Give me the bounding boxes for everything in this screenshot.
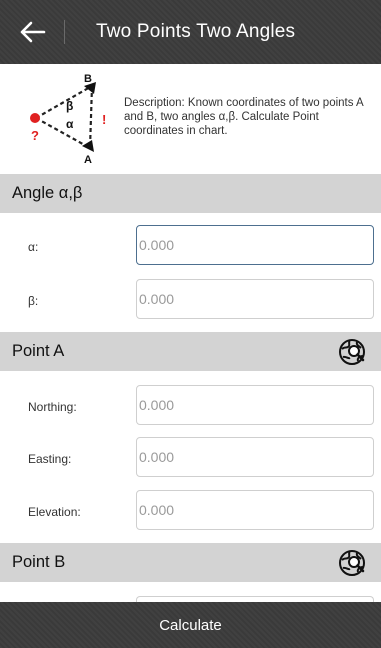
alpha-field-label: α: (28, 240, 39, 254)
globe-search-icon[interactable] (337, 337, 367, 367)
alpha-label: α (66, 117, 74, 131)
calculate-button[interactable]: Calculate (0, 602, 381, 648)
description-panel: ? B A β α ! Description: Known coordinat… (0, 64, 381, 174)
northing-field-label: Northing: (28, 400, 77, 414)
elevation-row: Elevation: (0, 485, 381, 537)
easting-field-label: Easting: (28, 452, 72, 466)
beta-label: β (66, 99, 73, 113)
point-a-northing-input[interactable] (136, 385, 374, 425)
header-divider (64, 20, 65, 44)
elevation-field-label: Elevation: (28, 505, 81, 519)
description-text: Description: Known coordinates of two po… (124, 97, 364, 137)
beta-row: β: (0, 274, 381, 326)
beta-input[interactable] (136, 279, 374, 319)
easting-row: Easting: (0, 432, 381, 484)
point-b-section-header: Point B (0, 543, 381, 582)
point-a-easting-input[interactable] (136, 437, 374, 477)
back-button[interactable] (14, 14, 50, 50)
point-b-section-title: Point B (12, 553, 66, 571)
alpha-row: α: (0, 220, 381, 272)
page-title: Two Points Two Angles (96, 21, 296, 42)
app-header: Two Points Two Angles (0, 0, 381, 64)
point-a-label: A (84, 154, 92, 164)
point-a-section-header: Point A (0, 332, 381, 371)
arrow-left-icon (20, 21, 46, 43)
point-b-label: B (84, 73, 92, 85)
angle-section-header: Angle α,β (0, 174, 381, 213)
angle-section-title: Angle α,β (12, 184, 83, 202)
beta-field-label: β: (28, 294, 39, 308)
point-a-section-title: Point A (12, 342, 65, 360)
two-points-two-angles-diagram: ? B A β α ! (30, 73, 106, 164)
unknown-point-label: ? (31, 128, 39, 143)
point-a-elevation-input[interactable] (136, 490, 374, 530)
direction-mark: ! (102, 112, 106, 127)
alpha-input[interactable] (136, 225, 374, 265)
northing-row: Northing: (0, 380, 381, 432)
globe-search-icon[interactable] (337, 548, 367, 578)
